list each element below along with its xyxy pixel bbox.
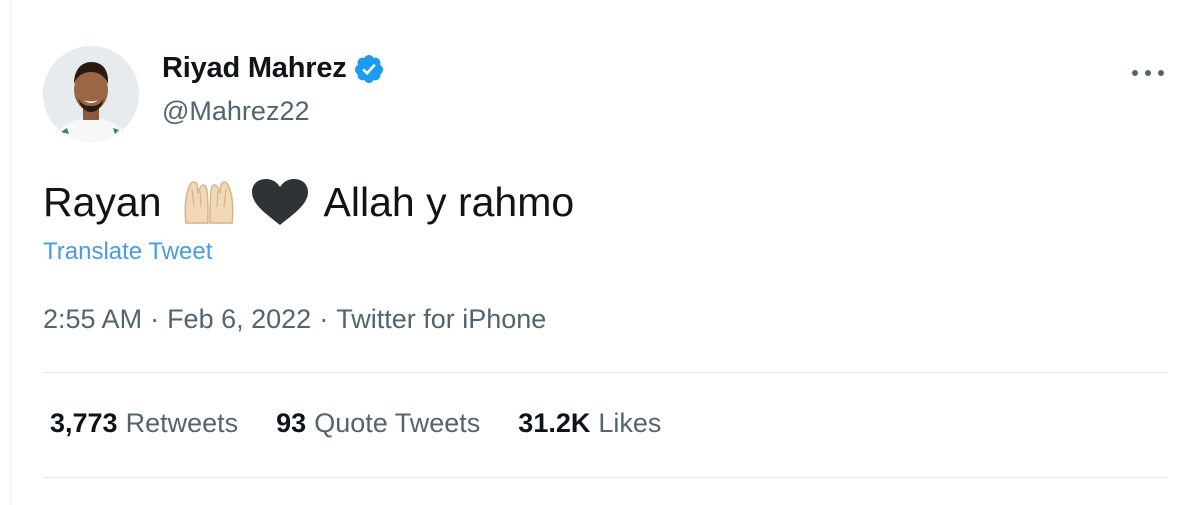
meta-separator: ·: [319, 304, 329, 334]
tweet-text-name: Rayan: [43, 179, 162, 225]
retweets-label: Retweets: [125, 408, 239, 438]
likes-stat[interactable]: 31.2K Likes: [518, 408, 661, 439]
author-name-row[interactable]: Riyad Mahrez: [162, 52, 385, 85]
divider: [43, 477, 1168, 478]
retweets-stat[interactable]: 3,773 Retweets: [50, 408, 238, 439]
tweet-date[interactable]: Feb 6, 2022: [167, 304, 311, 334]
retweets-count: 3,773: [50, 408, 118, 438]
quote-tweets-label: Quote Tweets: [314, 408, 481, 438]
tweet-stats: 3,773 Retweets 93 Quote Tweets 31.2K Likes: [50, 408, 699, 439]
meta-separator: ·: [150, 304, 160, 334]
tweet-source[interactable]: Twitter for iPhone: [336, 304, 546, 334]
avatar[interactable]: [43, 46, 139, 142]
tweet-meta: 2:55 AM · Feb 6, 2022 · Twitter for iPhone: [43, 304, 546, 335]
quote-tweets-count: 93: [276, 408, 307, 438]
translate-tweet-link[interactable]: Translate Tweet: [43, 238, 212, 266]
author-display-name[interactable]: Riyad Mahrez: [162, 52, 347, 85]
author-handle[interactable]: @Mahrez22: [162, 96, 309, 127]
more-options-icon[interactable]: [1128, 60, 1168, 86]
left-border: [10, 0, 11, 505]
tweet-text-prayer: Allah y rahmo: [323, 179, 575, 225]
likes-label: Likes: [598, 408, 662, 438]
tweet-text: Rayan Allah y rahmo: [43, 176, 574, 228]
verified-badge-icon: [353, 53, 385, 85]
likes-count: 31.2K: [518, 408, 591, 438]
divider: [43, 372, 1168, 373]
quote-tweets-stat[interactable]: 93 Quote Tweets: [276, 408, 480, 439]
folded-hands-icon: [180, 177, 238, 227]
tweet-time[interactable]: 2:55 AM: [43, 304, 142, 334]
black-heart-icon: [250, 177, 310, 227]
